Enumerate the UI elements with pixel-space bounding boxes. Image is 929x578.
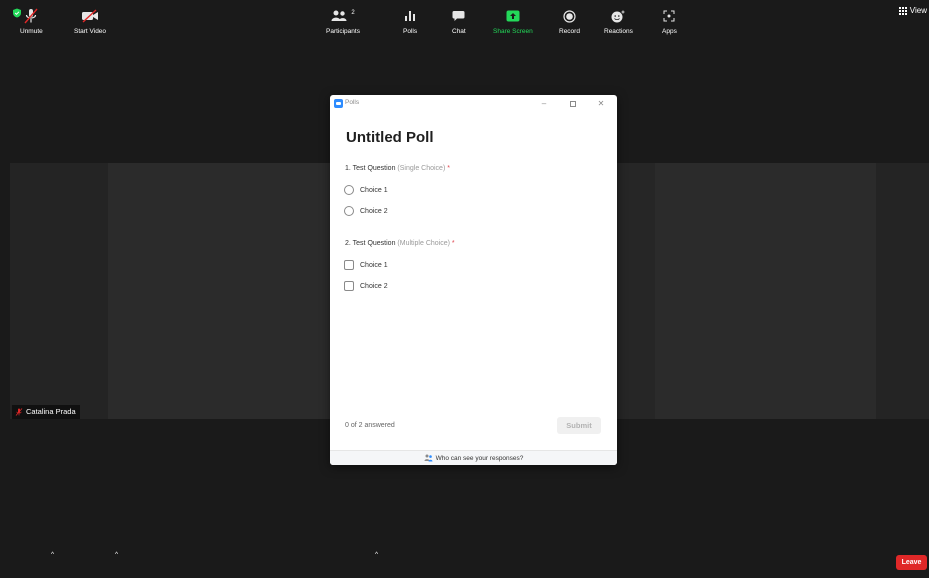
- unmute-button[interactable]: Unmute: [20, 8, 43, 35]
- checkbox-choice-2[interactable]: Choice 2: [344, 280, 388, 292]
- choice-label: Choice 2: [360, 282, 388, 290]
- record-label: Record: [559, 28, 580, 35]
- polls-titlebar[interactable]: Polls – ✕: [330, 95, 617, 112]
- radio-choice-1[interactable]: Choice 1: [344, 184, 388, 196]
- question-1-text: 1. Test Question: [345, 165, 396, 172]
- close-icon[interactable]: ✕: [595, 98, 607, 109]
- apps-label: Apps: [662, 28, 677, 35]
- view-label: View: [909, 6, 927, 15]
- checkbox[interactable]: [344, 281, 354, 291]
- share-screen-label: Share Screen: [493, 28, 533, 35]
- question-2-text: 2. Test Question: [345, 240, 396, 247]
- share-screen-button[interactable]: Share Screen: [493, 8, 533, 35]
- required-mark: *: [447, 165, 450, 172]
- people-icon: [424, 454, 433, 462]
- video-tile: [655, 163, 876, 419]
- share-screen-icon: [506, 10, 520, 22]
- participant-name-tag: Catalina Prada: [12, 405, 80, 419]
- submit-button[interactable]: Submit: [557, 417, 601, 434]
- choice-label: Choice 2: [360, 207, 388, 215]
- participants-icon: [331, 10, 347, 21]
- zoom-logo-icon: [334, 99, 343, 108]
- muted-mic-icon: [15, 408, 23, 416]
- radio-choice-2[interactable]: Choice 2: [344, 205, 388, 217]
- meeting-stage: View Catalina Prada Polls – ✕ Untitled P…: [0, 0, 929, 578]
- reactions-label: Reactions: [604, 28, 633, 35]
- unmute-label: Unmute: [20, 28, 43, 35]
- video-tile-self: [10, 163, 108, 419]
- checkbox-choice-1[interactable]: Choice 1: [344, 259, 388, 271]
- meeting-toolbar: [0, 540, 929, 578]
- polls-label: Polls: [403, 28, 418, 35]
- polls-window: Polls – ✕ Untitled Poll 1. Test Question…: [330, 95, 617, 465]
- chat-button[interactable]: Chat: [452, 8, 466, 35]
- start-video-button[interactable]: Start Video: [74, 8, 106, 35]
- radio-button[interactable]: [344, 185, 354, 195]
- participants-chevron-icon[interactable]: ^: [375, 551, 378, 558]
- visibility-info-link[interactable]: Who can see your responses?: [330, 450, 617, 465]
- reactions-icon: [611, 10, 625, 22]
- apps-icon: [663, 10, 675, 22]
- participant-name: Catalina Prada: [26, 407, 76, 416]
- view-button[interactable]: View: [895, 4, 929, 18]
- record-button[interactable]: Record: [559, 8, 580, 35]
- chat-label: Chat: [452, 28, 466, 35]
- choice-label: Choice 1: [360, 186, 388, 194]
- reactions-button[interactable]: Reactions: [604, 8, 633, 35]
- video-options-chevron-icon[interactable]: ^: [115, 551, 118, 558]
- polls-icon: [405, 11, 416, 21]
- question-1-label: 1. Test Question (Single Choice) *: [345, 165, 450, 172]
- checkbox[interactable]: [344, 260, 354, 270]
- video-off-icon: [82, 9, 99, 23]
- polls-button[interactable]: Polls: [403, 8, 417, 35]
- video-tile-edge: [616, 163, 655, 419]
- apps-button[interactable]: Apps: [662, 8, 677, 35]
- audio-options-chevron-icon[interactable]: ^: [51, 551, 54, 558]
- question-1-type: (Single Choice): [397, 165, 446, 172]
- participants-button[interactable]: 2 Participants: [326, 8, 360, 35]
- video-tile: [108, 163, 330, 419]
- polls-window-title: Polls: [345, 99, 360, 106]
- required-mark: *: [451, 240, 455, 247]
- question-2-label: 2. Test Question (Multiple Choice) *: [345, 240, 455, 247]
- answered-status: 0 of 2 answered: [345, 422, 395, 429]
- maximize-icon[interactable]: [567, 98, 579, 109]
- choice-label: Choice 1: [360, 261, 388, 269]
- participant-count: 2: [351, 10, 355, 16]
- minimize-icon[interactable]: –: [538, 98, 550, 109]
- muted-mic-icon: [24, 8, 38, 24]
- start-video-label: Start Video: [74, 28, 107, 35]
- leave-button[interactable]: Leave: [896, 555, 927, 570]
- video-tile-edge: [876, 163, 929, 419]
- question-2-type: (Multiple Choice): [397, 240, 450, 247]
- participants-label: Participants: [326, 28, 360, 35]
- grid-icon: [898, 7, 907, 15]
- radio-button[interactable]: [344, 206, 354, 216]
- visibility-info-text: Who can see your responses?: [435, 454, 524, 462]
- poll-title: Untitled Poll: [346, 129, 434, 146]
- chat-icon: [452, 11, 465, 21]
- record-icon: [563, 9, 576, 23]
